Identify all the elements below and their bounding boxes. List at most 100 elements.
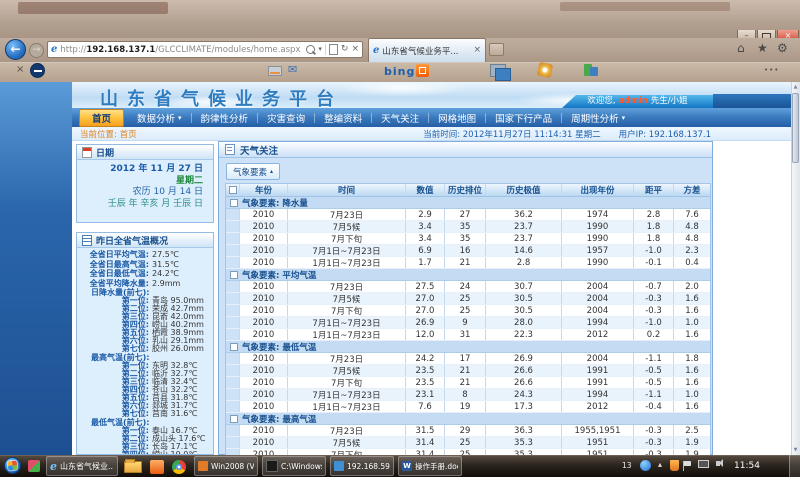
more-options-icon[interactable]: •••	[764, 66, 779, 74]
url-text[interactable]: http://192.168.137.1/GLCCLIMATE/modules/…	[60, 45, 303, 55]
calendar-icon	[82, 147, 92, 158]
table-row[interactable]: 20107月5候23.52126.61991-0.51.6	[226, 365, 710, 377]
taskbar-app-icon[interactable]	[150, 460, 164, 474]
row-indent-cell	[226, 293, 240, 304]
stop-icon[interactable]: ×	[351, 45, 359, 54]
table-row[interactable]: 20107月下旬23.52126.61991-0.51.6	[226, 377, 710, 389]
browser-app-icon[interactable]	[172, 460, 186, 474]
menu-item-2[interactable]: 韵律性分析	[192, 109, 258, 127]
table-row[interactable]: 20107月下旬3.43523.719901.84.8	[226, 233, 710, 245]
table-row[interactable]: 20107月1日~7月23日23.1824.31994-1.11.0	[226, 389, 710, 401]
taskbar-clock[interactable]: 11:54	[734, 461, 760, 471]
column-header[interactable]: 历史排位	[445, 184, 486, 196]
orange-addon-icon[interactable]	[416, 64, 429, 77]
compatibility-view-icon[interactable]	[329, 44, 338, 55]
table-row[interactable]: 20107月5候3.43523.719901.84.8	[226, 221, 710, 233]
table-cell: 1.0	[674, 317, 710, 328]
menu-item-7[interactable]: 国家下行产品	[486, 109, 561, 127]
table-row[interactable]: 20107月下旬27.02530.52004-0.31.6	[226, 305, 710, 317]
column-header[interactable]: 方差	[674, 184, 710, 196]
network-icon[interactable]	[698, 460, 709, 468]
taskbar-window-button-2[interactable]: 192.168.59.99...	[330, 456, 394, 476]
table-row[interactable]: 20107月23日24.21726.92004-1.11.8	[226, 353, 710, 365]
menu-item-8[interactable]: 周期性分析▾	[562, 109, 634, 127]
column-header[interactable]: 年份	[240, 184, 288, 196]
table-cell: 3.4	[406, 221, 445, 232]
checkbox[interactable]	[230, 415, 238, 423]
star-addon-icon[interactable]	[537, 62, 554, 79]
search-icon[interactable]	[306, 45, 315, 54]
table-row[interactable]: 20101月1日~7月23日12.03122.320120.21.6	[226, 329, 710, 341]
screenshot-addon-icon[interactable]	[490, 64, 506, 77]
column-header[interactable]: 历史极值	[486, 184, 562, 196]
table-row[interactable]: 20107月5候31.42535.31951-0.31.9	[226, 437, 710, 449]
checkbox[interactable]	[230, 199, 238, 207]
card-reader-icon[interactable]	[268, 66, 282, 76]
show-desktop-button[interactable]	[789, 455, 800, 477]
tray-app-icon[interactable]	[640, 460, 651, 471]
tray-expand-icon[interactable]: ▴	[658, 460, 662, 470]
new-tab-button[interactable]	[489, 43, 504, 56]
tab-close-icon[interactable]: ×	[473, 46, 481, 55]
chevron-down-icon[interactable]: ▾	[318, 45, 322, 54]
group-header-row[interactable]: 气象要素: 降水量	[226, 197, 710, 209]
table-row[interactable]: 20107月1日~7月23日26.9928.01994-1.01.0	[226, 317, 710, 329]
table-row[interactable]: 20107月23日27.52430.72004-0.72.0	[226, 281, 710, 293]
tray-flag-icon[interactable]	[684, 461, 691, 466]
column-header[interactable]: 数值	[406, 184, 445, 196]
table-row[interactable]: 20107月1日~7月23日6.91614.61957-1.02.3	[226, 245, 710, 257]
refresh-icon[interactable]: ↻	[341, 45, 349, 54]
forward-button[interactable]: →	[29, 43, 44, 58]
scroll-up-icon[interactable]: ▲	[792, 83, 799, 92]
toolbar-close-icon[interactable]: ×	[16, 64, 24, 75]
column-header[interactable]: 时间	[288, 184, 406, 196]
table-cell: 25	[445, 437, 486, 448]
table-cell: 2012	[562, 401, 634, 412]
menu-item-3[interactable]: 灾害查询	[258, 109, 314, 127]
table-row[interactable]: 20107月23日31.52936.31955,1951-0.32.5	[226, 425, 710, 437]
table-cell: 1951	[562, 437, 634, 448]
address-bar[interactable]: e http://192.168.137.1/GLCCLIMATE/module…	[47, 41, 363, 58]
volume-icon[interactable]	[716, 461, 720, 466]
table-row[interactable]: 20107月23日2.92736.219742.87.6	[226, 209, 710, 221]
taskbar-window-button-0[interactable]: Win2008 (VS2...	[194, 456, 258, 476]
scrollbar-thumb[interactable]	[792, 93, 799, 163]
column-header[interactable]: 出现年份	[562, 184, 634, 196]
table-row[interactable]: 20107月5候27.02530.52004-0.31.6	[226, 293, 710, 305]
select-all-cell[interactable]	[226, 184, 240, 196]
group-header-row[interactable]: 气象要素: 平均气温	[226, 269, 710, 281]
menu-item-5[interactable]: 天气关注	[372, 109, 428, 127]
taskbar-window-button-1[interactable]: C:\Windows\s...	[262, 456, 326, 476]
table-row[interactable]: 20101月1日~7月23日1.7212.81990-0.10.4	[226, 257, 710, 269]
favorites-star-icon[interactable]: ★	[757, 41, 768, 55]
bing-logo[interactable]: bing	[384, 65, 415, 78]
menu-item-6[interactable]: 网格地图	[429, 109, 485, 127]
taskbar-ie-button[interactable]: e 山东省气候业...	[46, 456, 118, 476]
group-header-row[interactable]: 气象要素: 最高气温	[226, 413, 710, 425]
settings-gear-icon[interactable]: ⚙	[777, 41, 788, 55]
table-row[interactable]: 20101月1日~7月23日7.61917.32012-0.41.6	[226, 401, 710, 413]
browser-tab[interactable]: e 山东省气候业务平... ×	[368, 38, 486, 62]
mail-icon[interactable]: ✉	[288, 63, 297, 76]
pinned-app-icon[interactable]	[28, 460, 40, 472]
addon-logo-icon[interactable]	[30, 63, 45, 78]
scroll-down-icon[interactable]: ▼	[792, 446, 799, 455]
menu-item-4[interactable]: 整编资料	[315, 109, 371, 127]
taskbar-window-button-3[interactable]: W操作手册.docx ...	[398, 456, 462, 476]
stat-label: 全省平均降水量:	[77, 279, 149, 289]
action-center-icon[interactable]	[670, 460, 679, 471]
checkbox[interactable]	[230, 271, 238, 279]
element-filter-button[interactable]: 气象要素 ▴	[226, 163, 280, 180]
menu-item-0[interactable]: 首页	[79, 109, 124, 127]
checkbox[interactable]	[230, 343, 238, 351]
column-header[interactable]: 距平	[634, 184, 674, 196]
menu-item-1[interactable]: 数据分析▾	[128, 109, 191, 127]
table-cell: 35	[445, 233, 486, 244]
back-button[interactable]: ←	[5, 39, 26, 60]
table-cell: 23.7	[486, 233, 562, 244]
home-icon[interactable]: ⌂	[737, 41, 745, 55]
checkbox[interactable]	[229, 186, 237, 194]
explorer-folder-icon[interactable]	[124, 461, 142, 473]
group-header-row[interactable]: 气象要素: 最低气温	[226, 341, 710, 353]
blocks-addon-icon[interactable]	[584, 64, 592, 76]
